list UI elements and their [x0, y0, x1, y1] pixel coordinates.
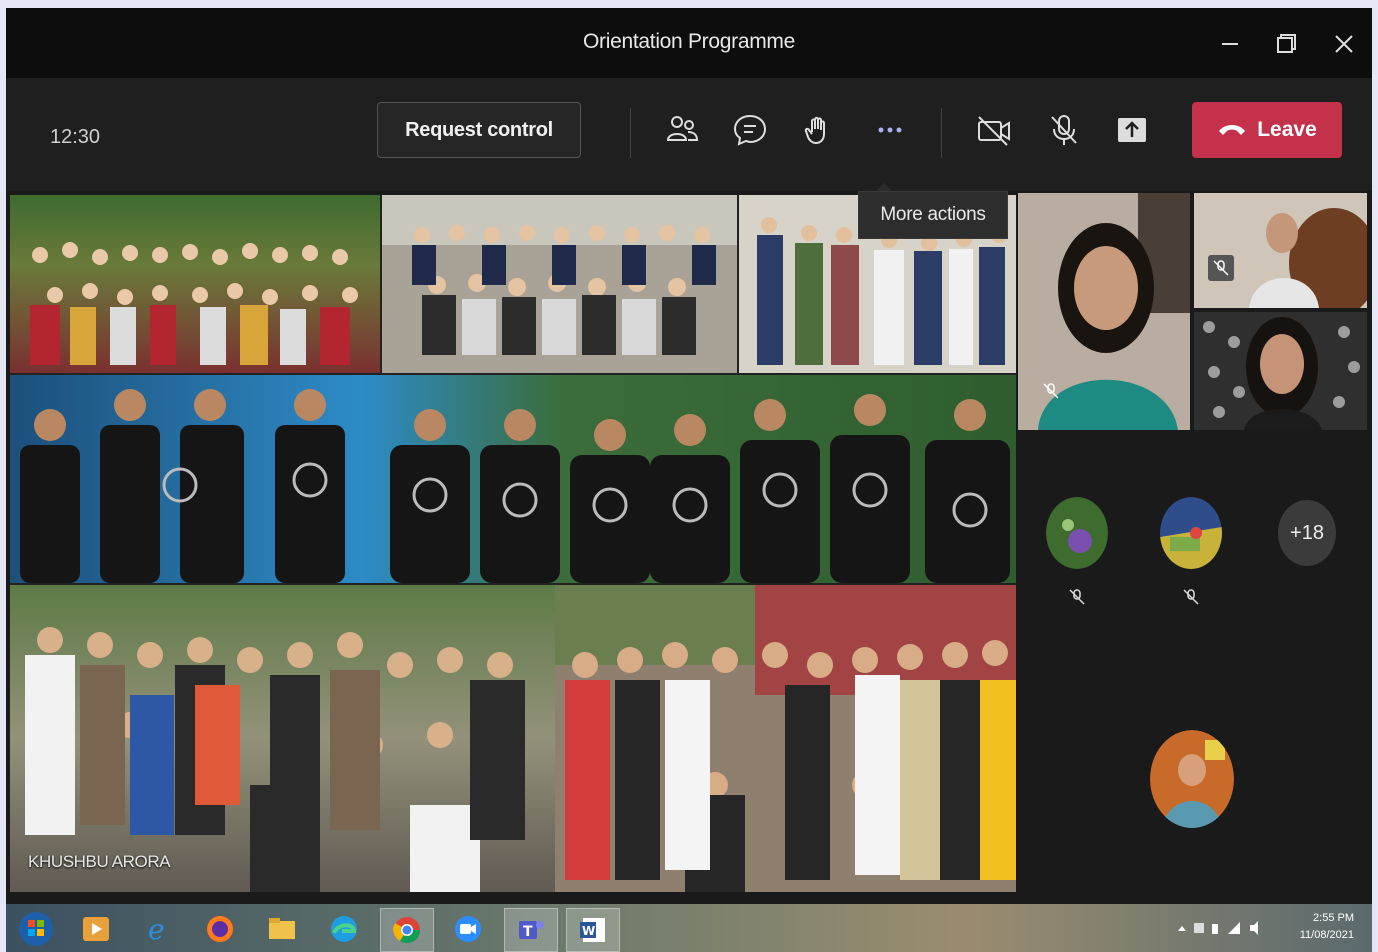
camera-toggle-button[interactable]	[974, 110, 1014, 150]
taskbar-edge[interactable]	[318, 908, 370, 950]
media-player-icon	[83, 917, 109, 941]
chrome-icon	[393, 917, 421, 944]
people-icon	[666, 116, 699, 141]
group-photo-campus-left	[10, 585, 555, 892]
hand-icon	[804, 116, 825, 145]
participant-video-image	[1194, 193, 1367, 308]
more-dots-icon	[878, 127, 902, 133]
avatar-image	[1160, 497, 1222, 569]
word-icon: W	[580, 918, 605, 942]
taskbar-chrome[interactable]	[380, 908, 434, 952]
leave-button[interactable]: Leave	[1192, 102, 1342, 158]
participant-avatar-1[interactable]	[1046, 497, 1108, 569]
participant-mute-indicator	[1178, 584, 1204, 610]
minimize-icon	[1222, 43, 1238, 45]
request-control-button[interactable]: Request control	[377, 102, 581, 158]
start-button[interactable]	[10, 908, 62, 950]
taskbar-file-explorer[interactable]	[256, 908, 308, 950]
shared-screen-collage	[10, 195, 1016, 892]
taskbar-internet-explorer[interactable]: e	[132, 908, 184, 950]
participant-video-small-1[interactable]	[1194, 193, 1367, 308]
toolbar-divider	[941, 108, 942, 158]
internet-explorer-icon: e	[148, 913, 165, 945]
mic-off-small-icon	[1043, 383, 1059, 399]
group-photo-indoor	[382, 195, 737, 373]
participant-mute-indicator	[1064, 584, 1090, 610]
restore-icon	[1277, 34, 1296, 53]
meeting-toolbar: 12:30 Request control Leave	[6, 78, 1372, 191]
group-photo-image	[10, 375, 1016, 583]
participant-mute-indicator	[1038, 378, 1064, 404]
mic-off-small-icon	[1069, 589, 1085, 605]
group-photo-garden	[10, 195, 380, 373]
taskbar-teams[interactable]: T	[504, 908, 558, 952]
taskbar-date: 11/08/2021	[1299, 929, 1354, 941]
tray-icons	[1178, 921, 1258, 935]
title-bar: Orientation Programme	[6, 8, 1372, 78]
share-tray-icon	[1118, 118, 1146, 142]
edge-icon	[331, 916, 357, 942]
firefox-icon	[207, 916, 233, 942]
presenter-name-label: KHUSHBU ARORA	[28, 852, 171, 871]
camera-off-icon	[978, 116, 1010, 146]
raise-hand-button[interactable]	[800, 110, 840, 150]
participant-video-small-2[interactable]	[1194, 312, 1367, 430]
group-photo-image	[382, 195, 737, 373]
leave-label: Leave	[1257, 118, 1317, 141]
mic-toggle-button[interactable]	[1044, 110, 1084, 150]
participant-mute-indicator	[1208, 255, 1234, 281]
windows-orb-icon	[19, 912, 53, 946]
group-photo-image	[10, 195, 380, 373]
taskbar-firefox[interactable]	[194, 908, 246, 950]
taskbar-clock[interactable]: 2:55 PM 11/08/2021	[1300, 910, 1354, 944]
hang-up-phone-icon	[1219, 125, 1246, 135]
close-button[interactable]	[1326, 26, 1362, 62]
minimize-button[interactable]	[1212, 26, 1248, 62]
mic-off-small-icon	[1183, 589, 1199, 605]
avatar-image	[1046, 497, 1108, 569]
mic-off-icon	[1051, 115, 1077, 145]
mic-off-small-icon	[1213, 260, 1229, 276]
overflow-participants-button[interactable]: +18	[1278, 500, 1336, 566]
avatar-image	[1150, 730, 1234, 828]
participant-avatar-2[interactable]	[1160, 497, 1222, 569]
participant-video-large[interactable]	[1018, 193, 1190, 430]
toolbar-divider	[630, 108, 631, 158]
group-photo-image	[10, 585, 555, 892]
group-photo-image	[555, 585, 1016, 892]
more-actions-button[interactable]	[870, 110, 910, 150]
meeting-timer: 12:30	[50, 126, 101, 148]
windows-taskbar: e T W 2:55 PM 11/08/2021	[6, 904, 1372, 952]
participants-button[interactable]	[662, 110, 702, 150]
system-tray	[1174, 918, 1274, 938]
window-title: Orientation Programme	[583, 30, 795, 53]
folder-icon	[269, 918, 295, 939]
close-icon	[1335, 35, 1353, 53]
taskbar-zoom[interactable]	[442, 908, 494, 950]
group-photo-campus-right	[555, 585, 1016, 892]
share-screen-button[interactable]	[1112, 110, 1152, 150]
zoom-icon	[455, 916, 481, 942]
svg-text:W: W	[582, 924, 595, 938]
group-photo-tshirts	[10, 375, 1016, 583]
chat-button[interactable]	[730, 110, 770, 150]
more-actions-tooltip: More actions	[858, 191, 1008, 239]
taskbar-time: 2:55 PM	[1313, 912, 1354, 924]
participant-video-image	[1194, 312, 1367, 430]
participant-avatar-3[interactable]	[1150, 730, 1234, 828]
teams-icon: T	[519, 921, 544, 940]
maximize-button[interactable]	[1268, 26, 1304, 62]
taskbar-media-player[interactable]	[70, 908, 122, 950]
chat-icon	[733, 114, 767, 146]
svg-text:e: e	[148, 913, 165, 945]
taskbar-word[interactable]: W	[566, 908, 620, 952]
svg-text:T: T	[523, 924, 533, 940]
